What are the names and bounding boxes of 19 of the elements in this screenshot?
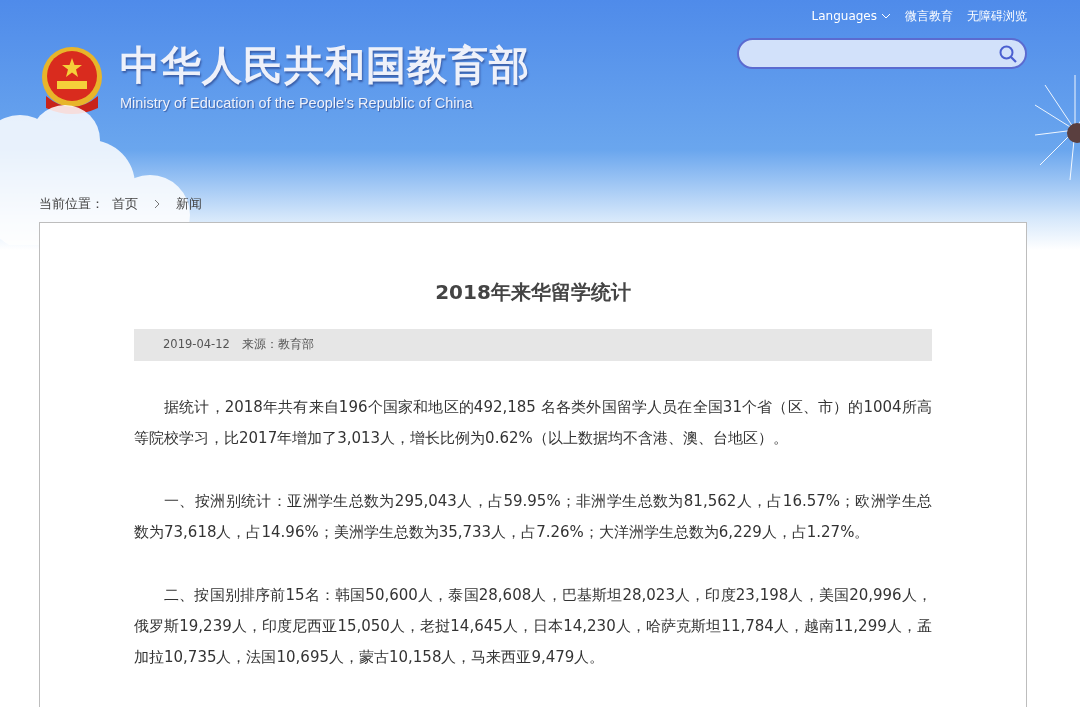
publish-date: 2019-04-12 bbox=[163, 336, 230, 354]
chevron-right-icon bbox=[154, 199, 160, 209]
article-source: 来源：教育部 bbox=[241, 336, 314, 354]
top-link[interactable]: 无障碍浏览 bbox=[967, 7, 1027, 25]
site-subtitle: Ministry of Education of the People's Republic of China bbox=[120, 94, 474, 113]
top-link[interactable]: 微言教育 bbox=[905, 7, 953, 25]
article-paragraph: 二、按国别排序前15名：韩国50,600人，泰国28,608人，巴基斯坦28,023人，印度23,198人，美国20,996人，俄罗斯19,239人，印度尼西亚15,050人，老挝14,645人，日本14,230人，哈萨克斯坦11,784人，越南11,299人，孟加拉10,735人，法国10,695人，蒙古10,158人，马来西亚9,479人。 bbox=[134, 585, 932, 668]
breadcrumb-link[interactable]: 新闻 bbox=[176, 195, 202, 214]
search-icon[interactable] bbox=[999, 44, 1017, 63]
search-field[interactable] bbox=[737, 38, 1027, 69]
languages-dropdown[interactable]: Languages bbox=[811, 7, 891, 25]
article-paragraph: 一、按洲别统计：亚洲学生总数为295,043人，占59.95%；非洲学生总数为81,562人，占16.57%；欧洲学生总数为73,618人，占14.96%；美洲学生总数为35,733人，占7.26%；大洋洲学生总数为6,229人，占1.27%。 bbox=[134, 491, 932, 543]
site-title: 中华人民共和国教育部 bbox=[120, 45, 530, 85]
emblem-icon bbox=[40, 45, 104, 114]
article-title: 2018年来华留学统计 bbox=[434, 279, 632, 306]
breadcrumb-label: 当前位置： bbox=[39, 195, 104, 213]
article-paragraph: 据统计，2018年共有来自196个国家和地区的492,185 名各类外国留学人员在全国31个省（区、市）的1004所高等院校学习，比2017年增加了3,013人，增长比例为0.62%（以上数据均不含港、澳、台地区）。 bbox=[134, 397, 932, 449]
breadcrumb-link[interactable]: 首页 bbox=[112, 195, 138, 214]
chevron-down-icon bbox=[881, 13, 891, 19]
